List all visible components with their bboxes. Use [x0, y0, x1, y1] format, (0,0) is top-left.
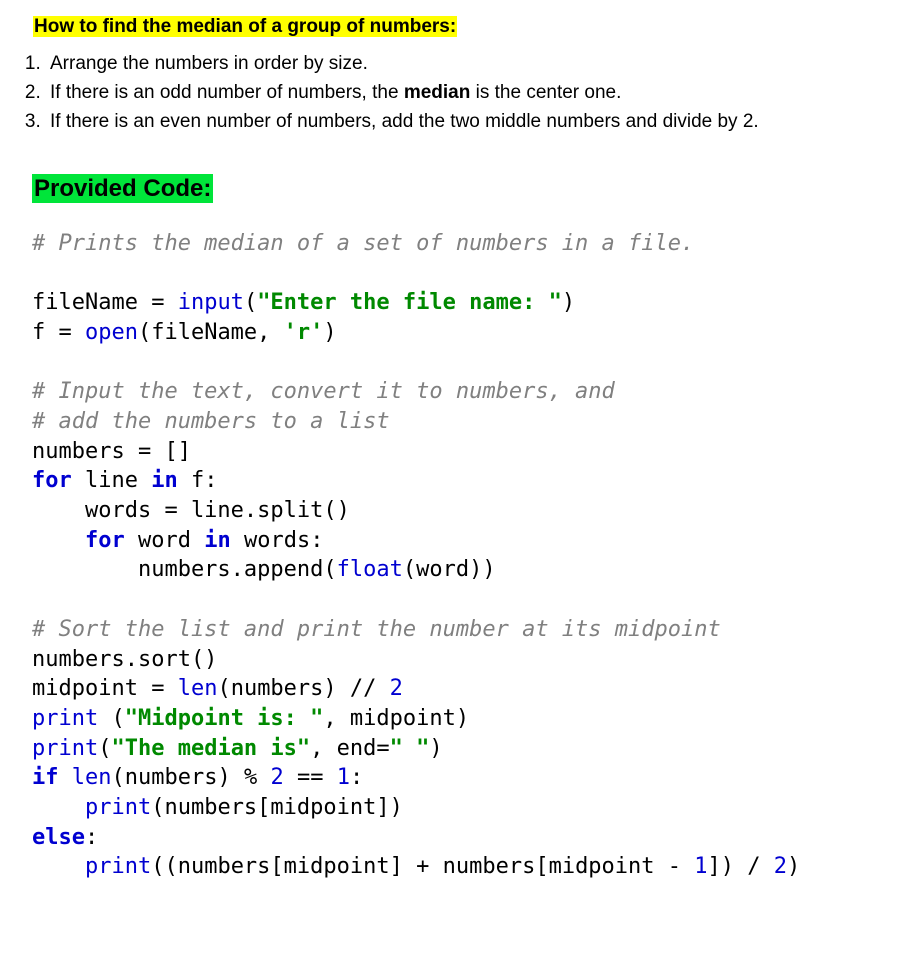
code-builtin: print	[85, 854, 151, 879]
list-item: Arrange the numbers in order by size.	[46, 49, 900, 78]
code-number: 2	[270, 765, 283, 790]
code-string: "Enter the file name: "	[257, 290, 562, 315]
code-builtin: len	[178, 676, 218, 701]
code-text: f:	[178, 468, 218, 493]
code-text: word	[125, 528, 204, 553]
code-string: 'r'	[284, 320, 324, 345]
step-text: Arrange the numbers in order by size.	[50, 53, 368, 74]
code-text: :	[350, 765, 363, 790]
code-text	[32, 854, 85, 879]
code-string: "Midpoint is: "	[125, 706, 324, 731]
code-keyword: else	[32, 825, 85, 850]
code-text: words:	[231, 528, 324, 553]
code-text: (numbers) %	[112, 765, 271, 790]
code-builtin: print	[85, 795, 151, 820]
code-text: (	[98, 706, 125, 731]
code-text: )	[323, 320, 336, 345]
heading-wrap: How to find the median of a group of num…	[33, 14, 900, 41]
section-heading-wrap: Provided Code:	[32, 175, 900, 203]
code-text: :	[85, 825, 98, 850]
code-comment: # Input the text, convert it to numbers,…	[32, 379, 615, 404]
code-text: (	[98, 736, 111, 761]
code-string: "The median is"	[111, 736, 310, 761]
code-builtin: len	[72, 765, 112, 790]
code-text: (word))	[403, 557, 496, 582]
step-text-after: is the center one.	[470, 82, 621, 103]
code-number: 1	[337, 765, 350, 790]
code-builtin: input	[178, 290, 244, 315]
code-text: ((numbers[midpoint] + numbers[midpoint -	[151, 854, 694, 879]
code-number: 2	[390, 676, 403, 701]
list-item: If there is an even number of numbers, a…	[46, 107, 900, 136]
median-steps-list: Arrange the numbers in order by size. If…	[18, 49, 900, 137]
code-text: line	[72, 468, 151, 493]
code-text: words = line.split()	[32, 498, 350, 523]
code-text: )	[787, 854, 800, 879]
code-text	[32, 795, 85, 820]
document-page: How to find the median of a group of num…	[0, 0, 918, 912]
code-keyword: in	[204, 528, 231, 553]
code-text: , end=	[310, 736, 389, 761]
code-text: numbers.append(	[32, 557, 337, 582]
code-keyword: if	[32, 765, 59, 790]
code-text: f =	[32, 320, 85, 345]
code-comment: # Sort the list and print the number at …	[32, 617, 721, 642]
code-builtin: float	[337, 557, 403, 582]
code-string: " "	[390, 736, 430, 761]
step-text: If there is an odd number of numbers, th…	[50, 82, 404, 103]
code-text: ==	[284, 765, 337, 790]
code-keyword: in	[151, 468, 178, 493]
code-text: numbers.sort()	[32, 647, 217, 672]
code-number: 1	[694, 854, 707, 879]
code-text: )	[562, 290, 575, 315]
step-bold: median	[404, 82, 471, 103]
code-text: )	[429, 736, 442, 761]
code-builtin: print	[32, 736, 98, 761]
code-text: numbers = []	[32, 439, 191, 464]
code-text: , midpoint)	[323, 706, 469, 731]
code-text	[59, 765, 72, 790]
code-text	[32, 528, 85, 553]
step-text: If there is an even number of numbers, a…	[50, 111, 759, 132]
code-text: (numbers[midpoint])	[151, 795, 403, 820]
section-heading-highlight: Provided Code:	[32, 174, 213, 203]
code-builtin: print	[32, 706, 98, 731]
code-number: 2	[774, 854, 787, 879]
code-builtin: open	[85, 320, 138, 345]
code-comment: # Prints the median of a set of numbers …	[32, 231, 694, 256]
code-block: # Prints the median of a set of numbers …	[32, 229, 900, 882]
code-text: fileName =	[32, 290, 178, 315]
code-comment: # add the numbers to a list	[32, 409, 390, 434]
code-text: (numbers) //	[217, 676, 389, 701]
code-text: midpoint =	[32, 676, 178, 701]
list-item: If there is an odd number of numbers, th…	[46, 78, 900, 107]
code-keyword: for	[32, 468, 72, 493]
code-text: (	[244, 290, 257, 315]
code-keyword: for	[85, 528, 125, 553]
heading-highlight: How to find the median of a group of num…	[33, 16, 457, 37]
code-text: ]) /	[708, 854, 774, 879]
code-text: (fileName,	[138, 320, 284, 345]
